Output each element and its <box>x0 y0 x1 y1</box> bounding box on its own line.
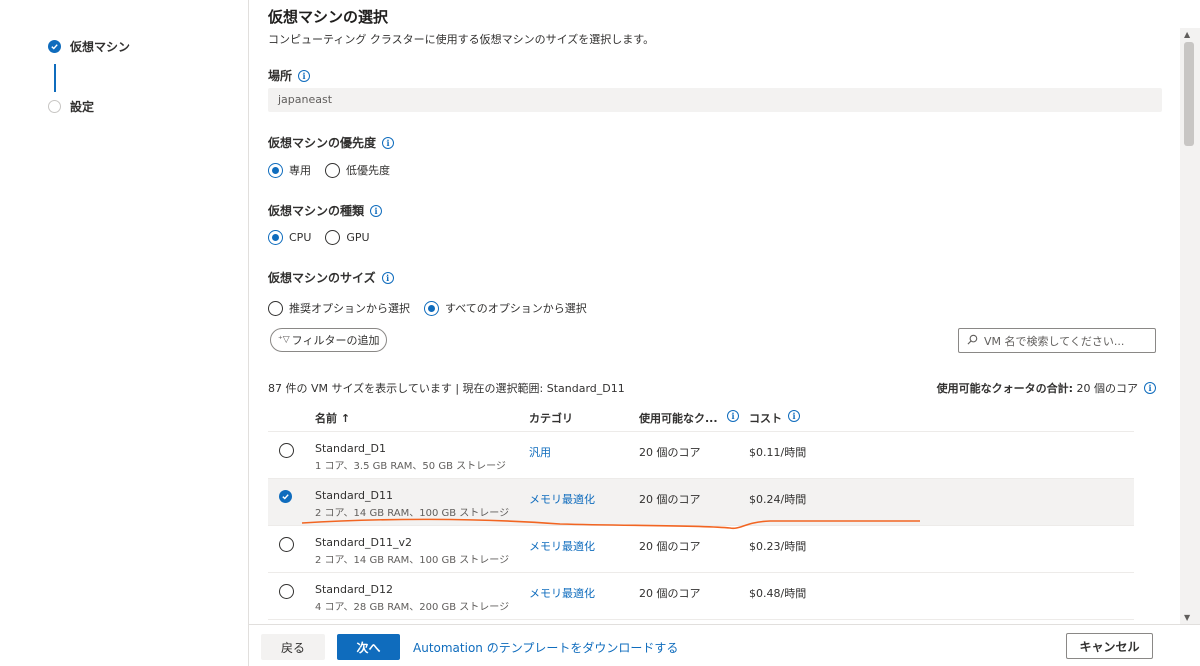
info-icon[interactable]: i <box>382 136 395 149</box>
vm-available-quota: 20 個のコア <box>639 446 701 459</box>
row-radio[interactable] <box>279 537 294 552</box>
radio-recommended[interactable] <box>268 300 283 316</box>
radio-label: GPU <box>346 231 370 244</box>
info-icon[interactable]: i <box>788 410 800 422</box>
radio-label: 専用 <box>289 164 311 177</box>
vm-name: Standard_D1 <box>315 442 387 455</box>
radio-label: 推奨オプションから選択 <box>289 302 410 315</box>
scroll-down-icon[interactable]: ▼ <box>1184 613 1190 622</box>
table-row[interactable]: Standard_D1 1 コア、3.5 GB RAM、50 GB ストレージ … <box>268 432 1134 479</box>
column-header-available[interactable]: 使用可能なク... <box>639 410 718 426</box>
radio-all-options[interactable] <box>424 300 439 316</box>
column-header-category[interactable]: カテゴリ <box>529 410 573 426</box>
info-icon[interactable]: i <box>370 204 383 217</box>
column-header-name[interactable]: 名前 ↑ <box>315 410 350 426</box>
quota-label: 使用可能なクォータの合計: <box>936 382 1073 395</box>
empty-circle-icon <box>48 100 61 113</box>
vm-available-quota: 20 個のコア <box>639 493 701 506</box>
vm-size-radio-group: 推奨オプションから選択 すべてのオプションから選択 <box>268 300 587 316</box>
step-virtual-machine[interactable]: 仮想マシン <box>48 38 130 55</box>
column-header-cost[interactable]: コスト <box>749 410 782 426</box>
search-placeholder: VM 名で検索してください... <box>984 334 1125 348</box>
checkmark-icon <box>48 40 61 53</box>
vertical-scrollbar[interactable]: ▲ ▼ <box>1180 28 1200 624</box>
vm-name-cell: Standard_D12 4 コア、28 GB RAM、200 GB ストレージ <box>315 583 509 613</box>
location-label: 場所 i <box>268 67 311 84</box>
priority-label-text: 仮想マシンの優先度 <box>268 136 377 150</box>
info-icon[interactable]: i <box>727 410 739 422</box>
vm-category: メモリ最適化 <box>529 540 595 553</box>
table-header: 名前 ↑ カテゴリ 使用可能なク... i コスト i <box>268 402 1134 432</box>
back-button[interactable]: 戻る <box>261 634 325 660</box>
add-filter-icon: ⁺▽ <box>278 335 290 345</box>
radio-label: CPU <box>289 231 312 244</box>
vm-spec: 4 コア、28 GB RAM、200 GB ストレージ <box>315 602 510 613</box>
search-icon <box>967 334 978 348</box>
annotation-underline <box>301 518 920 530</box>
download-template-link[interactable]: Automation のテンプレートをダウンロードする <box>413 634 678 660</box>
priority-label: 仮想マシンの優先度 i <box>268 134 395 151</box>
vm-size-label-text: 仮想マシンのサイズ <box>268 271 376 285</box>
step-label: 仮想マシン <box>70 40 131 54</box>
location-field: japaneast <box>268 88 1162 112</box>
info-icon[interactable]: i <box>381 271 394 284</box>
table-row[interactable]: Standard_D12 4 コア、28 GB RAM、200 GB ストレージ… <box>268 573 1134 620</box>
next-button[interactable]: 次へ <box>337 634 400 660</box>
vm-spec: 2 コア、14 GB RAM、100 GB ストレージ <box>315 555 510 566</box>
vm-category: 汎用 <box>529 446 551 459</box>
radio-label: 低優先度 <box>346 164 390 177</box>
vm-available-quota: 20 個のコア <box>639 587 701 600</box>
vm-category: メモリ最適化 <box>529 493 595 506</box>
info-icon[interactable]: i <box>298 69 311 82</box>
priority-radio-group: 専用 低優先度 <box>268 162 390 178</box>
vm-spec: 1 コア、3.5 GB RAM、50 GB ストレージ <box>315 461 506 472</box>
wizard-steps-panel: 仮想マシン 設定 <box>0 0 249 666</box>
quota-summary: 使用可能なクォータの合計: 20 個のコア i <box>937 380 1156 396</box>
radio-gpu[interactable] <box>325 230 341 245</box>
vm-cost: $0.24/時間 <box>749 493 807 506</box>
step-connector <box>54 64 56 92</box>
radio-low-priority[interactable] <box>325 162 340 178</box>
vm-size-label: 仮想マシンのサイズ i <box>268 269 394 286</box>
main-content: 仮想マシンの選択 コンピューティング クラスターに使用する仮想マシンのサイズを選… <box>250 0 1180 624</box>
vm-type-label-text: 仮想マシンの種類 <box>268 204 365 218</box>
radio-label: すべてのオプションから選択 <box>445 302 587 315</box>
footer-bar: 戻る 次へ Automation のテンプレートをダウンロードする キャンセル <box>249 624 1200 666</box>
quota-value: 20 個のコア <box>1076 382 1139 395</box>
scroll-up-icon[interactable]: ▲ <box>1184 30 1190 39</box>
checkmark-icon[interactable] <box>279 490 292 503</box>
vm-cost: $0.48/時間 <box>749 587 807 600</box>
vm-type-radio-group: CPU GPU <box>268 230 370 245</box>
cancel-button[interactable]: キャンセル <box>1066 633 1153 659</box>
vm-name: Standard_D11_v2 <box>315 536 413 549</box>
vm-type-label: 仮想マシンの種類 i <box>268 202 383 219</box>
vm-search-input[interactable]: VM 名で検索してください... <box>958 328 1156 353</box>
step-settings[interactable]: 設定 <box>48 98 94 115</box>
add-filter-button[interactable]: ⁺▽ フィルターの追加 <box>270 328 388 352</box>
vm-name-cell: Standard_D11_v2 2 コア、14 GB RAM、100 GB スト… <box>315 536 509 566</box>
vm-category: メモリ最適化 <box>529 587 595 600</box>
vm-name: Standard_D12 <box>315 583 394 596</box>
vm-name-cell: Standard_D1 1 コア、3.5 GB RAM、50 GB ストレージ <box>315 442 506 472</box>
row-radio[interactable] <box>279 584 294 599</box>
step-label: 設定 <box>70 100 95 114</box>
info-icon[interactable]: i <box>1144 382 1156 394</box>
results-summary: 87 件の VM サイズを表示しています | 現在の選択範囲: Standard… <box>268 382 625 395</box>
vm-cost: $0.11/時間 <box>749 446 807 459</box>
page-description: コンピューティング クラスターに使用する仮想マシンのサイズを選択します。 <box>268 33 655 46</box>
radio-dedicated[interactable] <box>268 162 283 178</box>
location-label-text: 場所 <box>268 69 293 83</box>
page-title: 仮想マシンの選択 <box>268 8 389 26</box>
radio-cpu[interactable] <box>268 230 283 245</box>
vm-name: Standard_D11 <box>315 489 394 502</box>
add-filter-label: フィルターの追加 <box>291 334 380 347</box>
vm-cost: $0.23/時間 <box>749 540 807 553</box>
row-radio[interactable] <box>279 443 294 458</box>
scrollbar-thumb[interactable] <box>1184 42 1194 146</box>
vm-available-quota: 20 個のコア <box>639 540 701 553</box>
